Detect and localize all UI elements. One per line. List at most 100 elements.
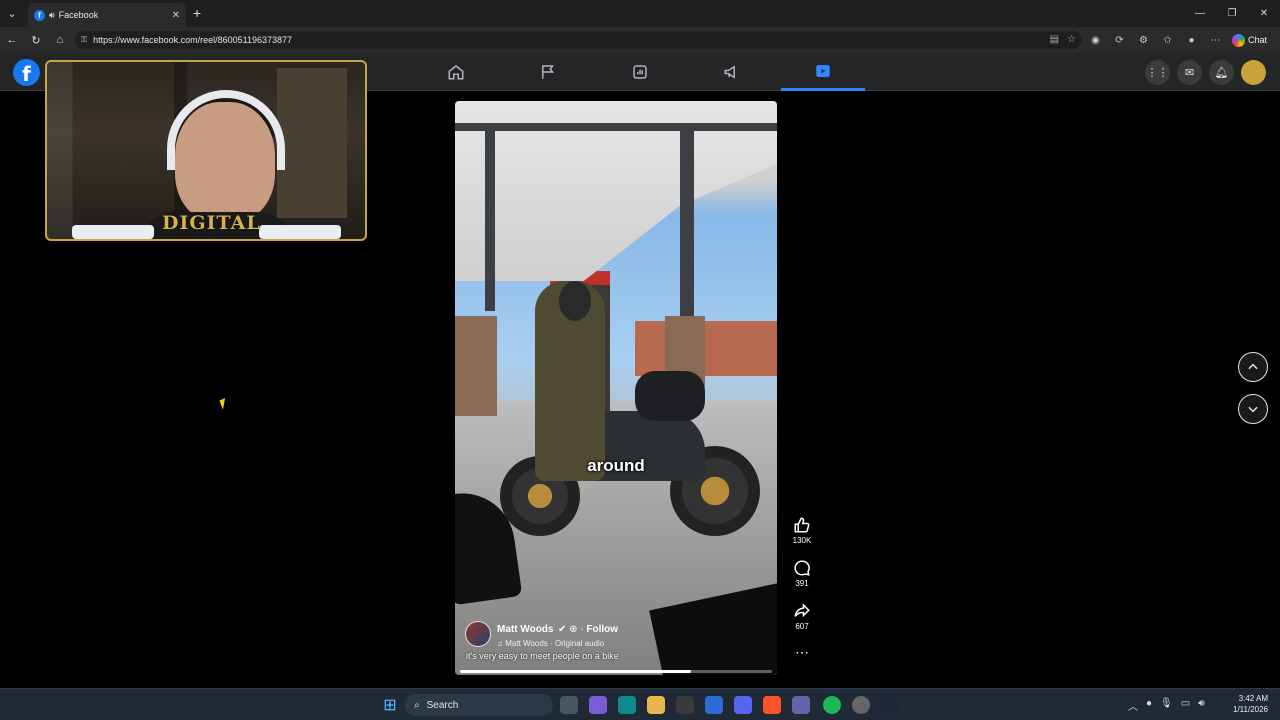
like-button[interactable]: 130K — [787, 516, 817, 545]
video-progress-fill — [460, 670, 691, 673]
favorites-icon[interactable]: ✩ — [1159, 35, 1176, 46]
task-view-icon[interactable] — [560, 696, 578, 714]
teams-icon[interactable] — [792, 696, 810, 714]
like-icon — [794, 517, 810, 533]
audio-label: Matt Woods · Original audio — [505, 639, 605, 648]
reel-description: it's very easy to meet people on a bike — [466, 651, 619, 661]
follow-button[interactable]: Follow — [586, 624, 618, 635]
comment-button[interactable]: 391 — [787, 559, 817, 588]
chevron-up-icon — [1248, 363, 1258, 370]
previous-reel-button[interactable] — [1238, 352, 1268, 382]
copilot-chat-button[interactable]: Chat — [1232, 31, 1267, 49]
comment-icon — [794, 560, 810, 576]
gaming-icon — [633, 65, 647, 79]
webcam-door — [277, 68, 347, 218]
profile-icon[interactable]: ● — [1183, 35, 1200, 46]
video-progress-bar[interactable] — [460, 670, 772, 673]
author-name[interactable]: Matt Woods — [497, 624, 553, 635]
browser-extensions: ◉ ⟳ ⚙ ✩ ● ⋯ — [1087, 27, 1224, 53]
windows-taskbar: ⊞ ⌕ Search ︿ ● 🎙︎ ▭ 🔊︎ 3:42 AM 1/11/2026 — [0, 688, 1280, 720]
speaker-icon[interactable]: 🔊︎ — [49, 10, 55, 21]
edge-browser-icon[interactable] — [618, 696, 636, 714]
spotify-icon[interactable] — [823, 696, 841, 714]
bell-icon: 🔔︎ — [1214, 67, 1229, 79]
more-icon: ⋯ — [795, 644, 809, 660]
webcam-brand-logo: DIGITAL — [162, 212, 261, 234]
webcam-overlay: DIGITAL — [45, 60, 367, 241]
clock-time: 3:42 AM — [1238, 694, 1268, 703]
taskbar-clock[interactable]: 3:42 AM 1/11/2026 — [1222, 693, 1268, 715]
address-bar[interactable]: ⚿ https://www.facebook.com/reel/86005119… — [75, 31, 1082, 49]
close-window-button[interactable]: ✕ — [1248, 0, 1280, 27]
brick-pillar — [455, 316, 497, 416]
copilot-icon — [1232, 33, 1245, 47]
more-menu-icon[interactable]: ⋯ — [1207, 35, 1224, 46]
music-note-icon: ♫ — [497, 639, 506, 648]
share-count: 607 — [795, 622, 809, 631]
apps-grid-icon: ⋮⋮ — [1146, 67, 1169, 79]
site-info-icon[interactable]: ⚿ — [81, 35, 87, 45]
next-reel-button[interactable] — [1238, 394, 1268, 424]
mail-icon[interactable] — [705, 696, 723, 714]
extension-icon[interactable]: ⚙ — [1135, 35, 1152, 46]
reel-video[interactable]: around Matt Woods ✔ ⊕ · Follow ♫ Matt Wo… — [455, 101, 777, 675]
more-options-button[interactable]: ⋯ — [787, 645, 817, 659]
network-icon[interactable]: ▭ — [1181, 698, 1190, 713]
home-button[interactable]: ⌂ — [48, 27, 72, 53]
favorite-star-icon[interactable]: ☆ — [1067, 34, 1076, 45]
url-text: https://www.facebook.com/reel/8600511963… — [93, 35, 293, 45]
overlay-bar-right — [259, 225, 341, 239]
video-rider-head — [559, 281, 591, 321]
verified-badge-icon: ✔ ⊕ · — [557, 624, 587, 635]
file-explorer-icon[interactable] — [647, 696, 665, 714]
author-avatar[interactable] — [465, 620, 491, 647]
volume-icon[interactable]: 🔊︎ — [1198, 698, 1204, 713]
discord-icon[interactable] — [734, 696, 752, 714]
audio-line[interactable]: ♫ Matt Woods · Original audio — [497, 639, 618, 648]
messenger-icon: ✉ — [1184, 67, 1195, 79]
clock-date: 1/11/2026 — [1233, 705, 1268, 714]
search-icon: ⌕ — [414, 699, 420, 711]
back-button[interactable]: ← — [0, 27, 24, 53]
store-icon[interactable] — [676, 696, 694, 714]
close-tab-icon[interactable]: ✕ — [172, 10, 180, 21]
obs-icon[interactable] — [852, 696, 870, 714]
home-icon — [448, 65, 464, 80]
microphone-icon[interactable]: 🎙︎ — [1160, 698, 1173, 713]
nav-ads[interactable] — [690, 53, 774, 91]
steam-icon[interactable] — [881, 696, 899, 714]
megaphone-icon — [724, 65, 735, 79]
nav-pages[interactable] — [506, 53, 590, 91]
like-count: 130K — [792, 536, 812, 545]
reader-mode-icon[interactable]: ▤ — [1050, 34, 1059, 45]
minimize-button[interactable]: — — [1184, 0, 1216, 27]
facebook-logo-icon[interactable]: f — [13, 59, 40, 86]
brave-icon[interactable] — [763, 696, 781, 714]
facebook-favicon-icon: f — [34, 9, 45, 21]
tray-app-icon[interactable]: ● — [1146, 698, 1152, 713]
tab-title: Facebook — [58, 10, 99, 20]
tab-list-button[interactable]: ⌄ — [0, 0, 24, 27]
taskbar-search[interactable]: ⌕ Search — [405, 694, 553, 716]
copilot-app-icon[interactable] — [589, 696, 607, 714]
messenger-button[interactable]: ✉ — [1177, 60, 1202, 85]
maximize-button[interactable]: ❐ — [1216, 0, 1248, 27]
reels-icon — [816, 64, 830, 77]
account-avatar[interactable] — [1241, 60, 1266, 85]
nav-gaming[interactable] — [598, 53, 682, 91]
extension-icon[interactable]: ◉ — [1087, 35, 1104, 46]
nav-reels[interactable] — [781, 53, 865, 91]
extension-icon[interactable]: ⟳ — [1111, 35, 1128, 46]
browser-tab-facebook[interactable]: f 🔊︎ Facebook ✕ — [28, 3, 186, 27]
menu-button[interactable]: ⋮⋮ — [1145, 60, 1170, 85]
new-tab-button[interactable]: + — [193, 5, 201, 21]
tray-overflow-icon[interactable]: ︿ — [1128, 698, 1138, 713]
reload-button[interactable]: ↻ — [24, 27, 48, 53]
notifications-button[interactable]: 🔔︎ — [1209, 60, 1234, 85]
chevron-down-icon — [1248, 406, 1258, 413]
browser-tab-strip: ⌄ f 🔊︎ Facebook ✕ + — ❐ ✕ — [0, 0, 1280, 27]
share-button[interactable]: 607 — [787, 602, 817, 631]
video-caption: around — [587, 456, 645, 475]
start-button[interactable]: ⊞ — [381, 696, 399, 714]
nav-home[interactable] — [414, 53, 498, 91]
